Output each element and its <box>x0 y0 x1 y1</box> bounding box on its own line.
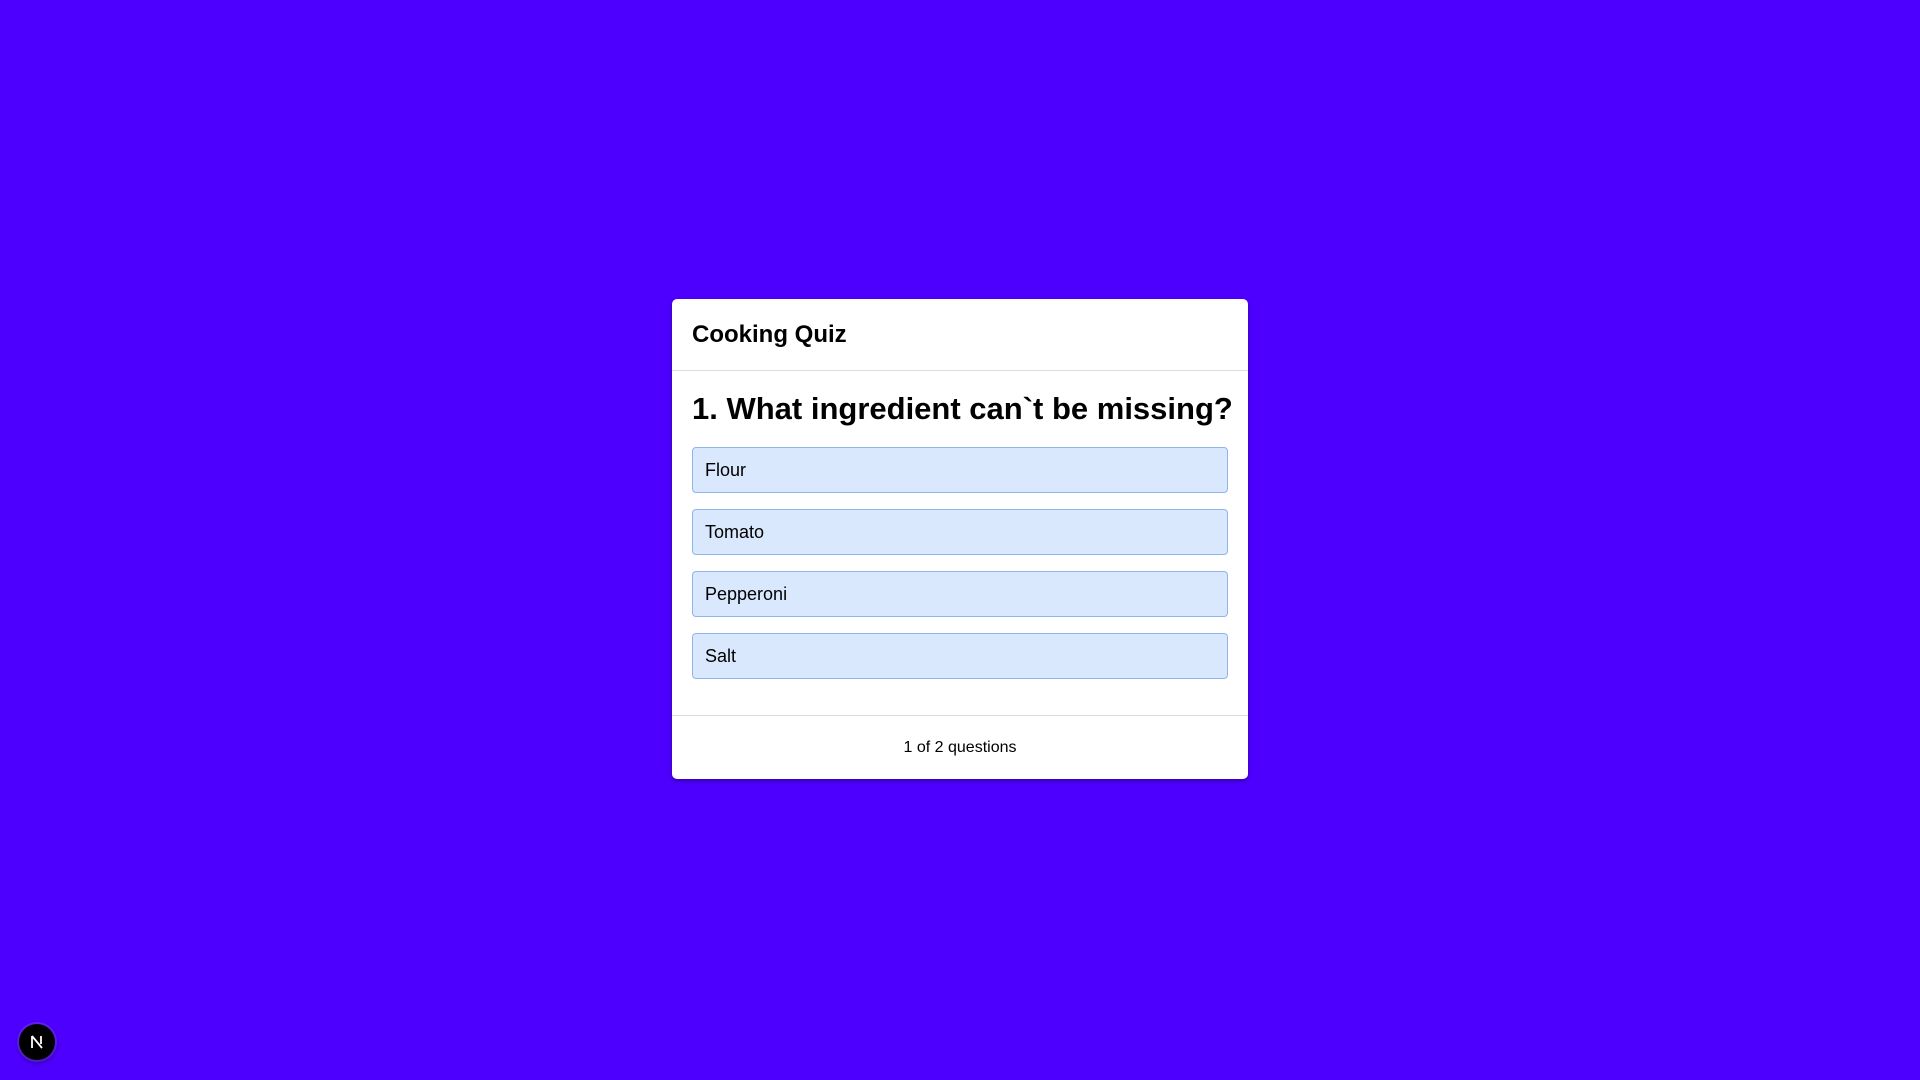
nextjs-dev-indicator-button[interactable] <box>19 1024 55 1060</box>
answer-option-salt[interactable]: Salt <box>692 633 1228 679</box>
quiz-card-header: Cooking Quiz <box>672 299 1248 371</box>
answer-option-tomato[interactable]: Tomato <box>692 509 1228 555</box>
answer-options: Flour Tomato Pepperoni Salt <box>692 447 1228 679</box>
answer-option-flour[interactable]: Flour <box>692 447 1228 493</box>
quiz-card-body: 1. What ingredient can`t be missing? Flo… <box>672 371 1248 715</box>
question-progress: 1 of 2 questions <box>903 738 1017 756</box>
nextjs-logo-icon <box>28 1033 46 1051</box>
quiz-card: Cooking Quiz 1. What ingredient can`t be… <box>672 299 1248 779</box>
question-text: 1. What ingredient can`t be missing? <box>692 391 1233 426</box>
answer-option-pepperoni[interactable]: Pepperoni <box>692 571 1228 617</box>
quiz-card-footer: 1 of 2 questions <box>672 715 1248 779</box>
quiz-title: Cooking Quiz <box>692 320 847 348</box>
